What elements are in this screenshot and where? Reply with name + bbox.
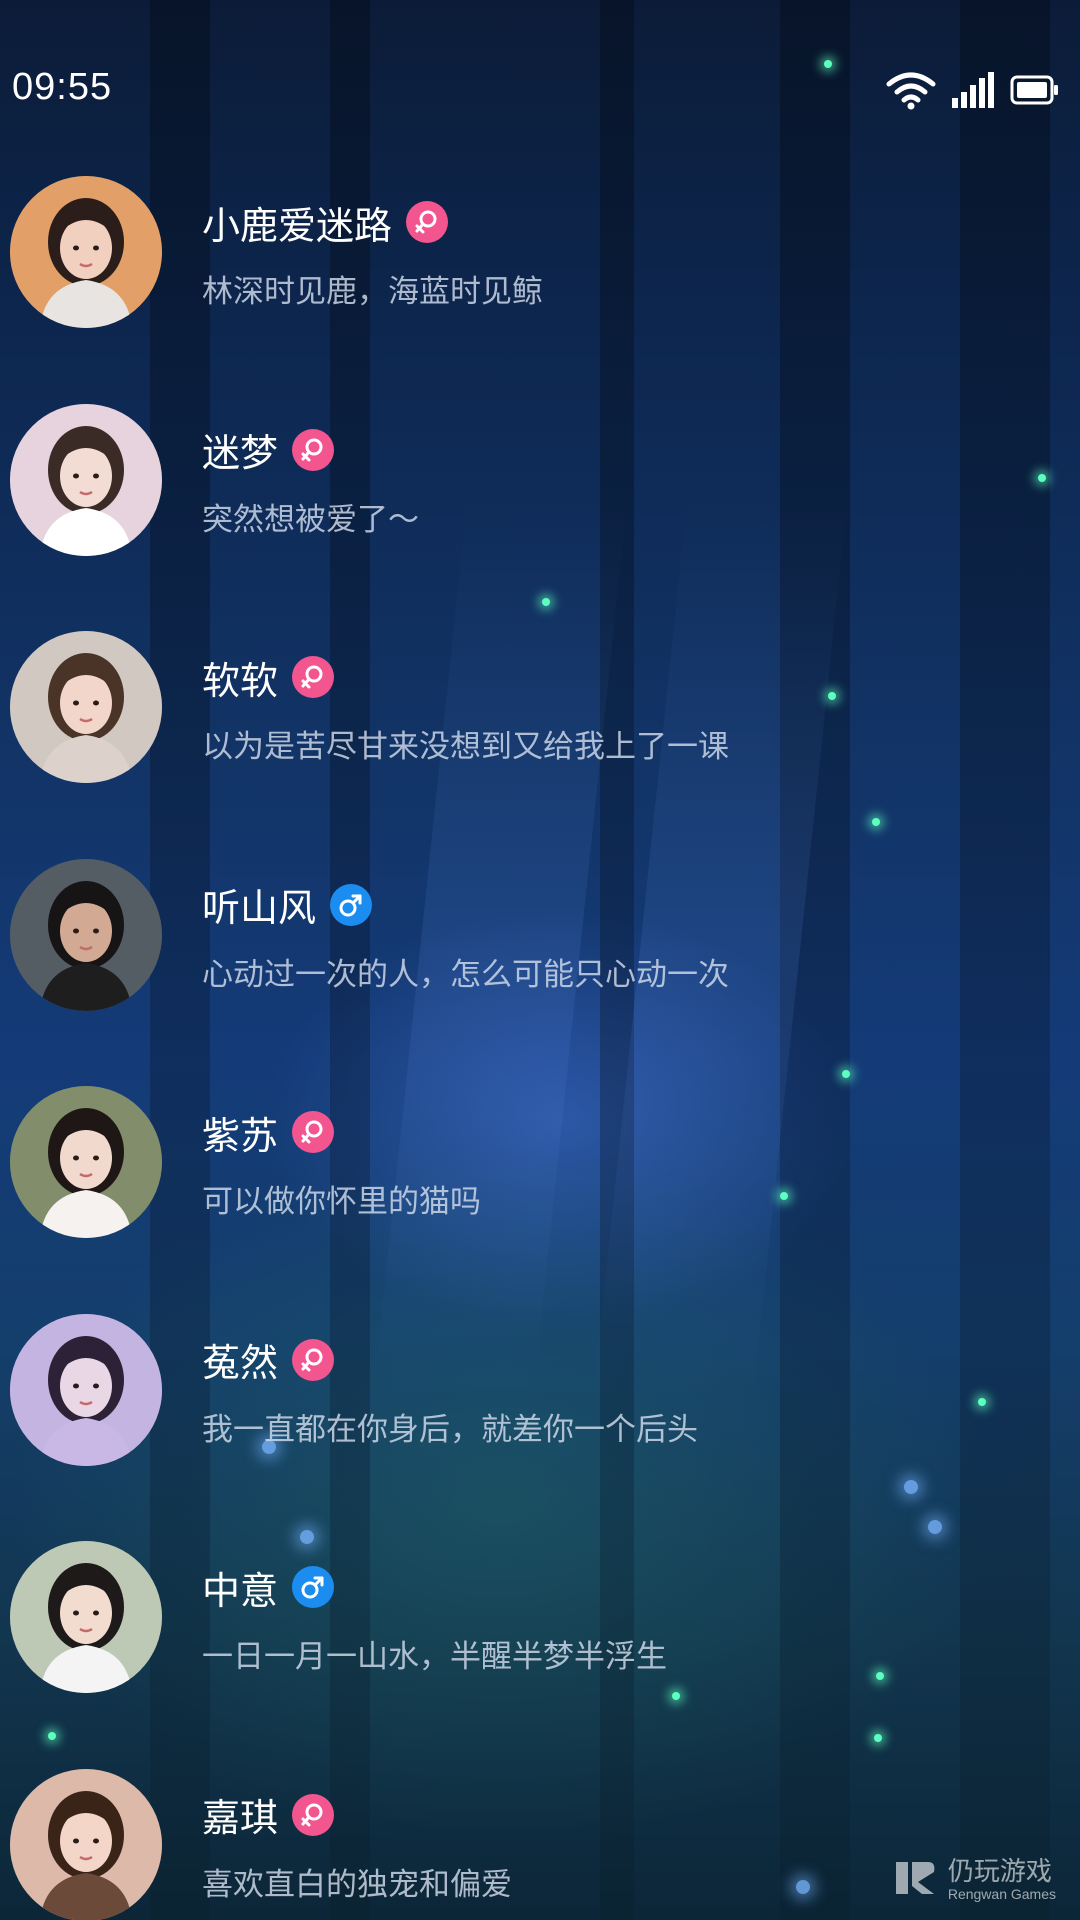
status-bar: 09:55 xyxy=(0,0,1080,180)
contact-name: 软软 xyxy=(202,658,279,703)
status-clock: 09:55 xyxy=(12,66,113,108)
contact-name: 紫苏 xyxy=(202,1113,279,1158)
battery-icon xyxy=(1010,75,1060,109)
contact-name: 中意 xyxy=(202,1568,279,1613)
avatar[interactable] xyxy=(10,1768,162,1920)
female-gender-icon xyxy=(292,1793,335,1836)
contact-bio: 林深时见鹿，海蓝时见鲸 xyxy=(202,274,543,310)
name-row: 紫苏 xyxy=(202,1106,335,1158)
name-row: 听山风 xyxy=(202,879,373,931)
cellular-signal-icon xyxy=(952,72,994,112)
avatar[interactable] xyxy=(10,403,162,556)
female-gender-icon xyxy=(292,1111,335,1153)
contact-name: 小鹿爱迷路 xyxy=(202,203,393,248)
avatar[interactable] xyxy=(10,1086,162,1238)
contact-bio: 我一直都在你身后，就差你一个后头 xyxy=(202,1411,698,1448)
watermark-name: 仍玩游戏 xyxy=(947,1857,1052,1887)
contact-item[interactable]: 菟然我一直都在你身后，就差你一个后头 xyxy=(0,1310,1080,1538)
contact-list: 小鹿爱迷路 林深时见鹿，海蓝时见鲸 迷梦 突然想被爱了～ 软软 以为是苦尽甘来没想到又给我… xyxy=(0,172,1080,1920)
contact-bio: 突然想被爱了～ xyxy=(202,501,419,538)
contact-bio: 一日一月一山水，半醒半梦半浮生 xyxy=(202,1639,667,1675)
contact-bio: 可以做你怀里的猫吗 xyxy=(202,1184,481,1220)
screen: 09:55 小鹿爱迷路 林深时见鹿，海蓝时见鲸 迷梦 突然想被爱了～ 软软 以为… xyxy=(0,0,1080,1920)
wifi-icon xyxy=(886,70,936,114)
female-gender-icon xyxy=(406,201,449,243)
female-gender-icon xyxy=(292,428,335,471)
name-row: 嘉琪 xyxy=(202,1789,335,1841)
male-gender-icon xyxy=(330,883,373,926)
contact-item[interactable]: 紫苏可以做你怀里的猫吗 xyxy=(0,1082,1080,1310)
contact-item[interactable]: 迷梦突然想被爱了～ xyxy=(0,400,1080,628)
watermark: 仍玩游戏 Rengwan Games xyxy=(894,1858,1056,1902)
male-gender-icon xyxy=(292,1566,335,1608)
contact-bio: 喜欢直白的独宠和偏爱 xyxy=(202,1866,512,1903)
avatar[interactable] xyxy=(10,858,162,1011)
contact-name: 听山风 xyxy=(202,886,317,930)
contact-item[interactable]: 中意一日一月一山水，半醒半梦半浮生 xyxy=(0,1537,1080,1765)
female-gender-icon xyxy=(292,656,335,698)
name-row: 菟然 xyxy=(202,1334,335,1386)
name-row: 软软 xyxy=(202,651,335,703)
watermark-name-en: Rengwan Games xyxy=(947,1885,1056,1902)
contact-item[interactable]: 小鹿爱迷路林深时见鹿，海蓝时见鲸 xyxy=(0,172,1080,400)
contact-bio: 心动过一次的人，怎么可能只心动一次 xyxy=(202,956,729,993)
status-icons xyxy=(886,70,1060,114)
avatar[interactable] xyxy=(10,1541,162,1693)
contact-name: 菟然 xyxy=(202,1341,279,1385)
contact-name: 嘉琪 xyxy=(202,1796,279,1840)
name-row: 中意 xyxy=(202,1561,335,1613)
contact-bio: 以为是苦尽甘来没想到又给我上了一课 xyxy=(202,729,729,765)
name-row: 小鹿爱迷路 xyxy=(202,196,449,248)
avatar[interactable] xyxy=(10,176,162,328)
avatar[interactable] xyxy=(10,631,162,783)
watermark-logo-icon xyxy=(894,1858,938,1902)
contact-name: 迷梦 xyxy=(202,431,279,475)
female-gender-icon xyxy=(292,1338,335,1381)
contact-item[interactable]: 听山风心动过一次的人，怎么可能只心动一次 xyxy=(0,855,1080,1083)
avatar[interactable] xyxy=(10,1313,162,1466)
name-row: 迷梦 xyxy=(202,424,335,476)
contact-item[interactable]: 软软以为是苦尽甘来没想到又给我上了一课 xyxy=(0,627,1080,855)
